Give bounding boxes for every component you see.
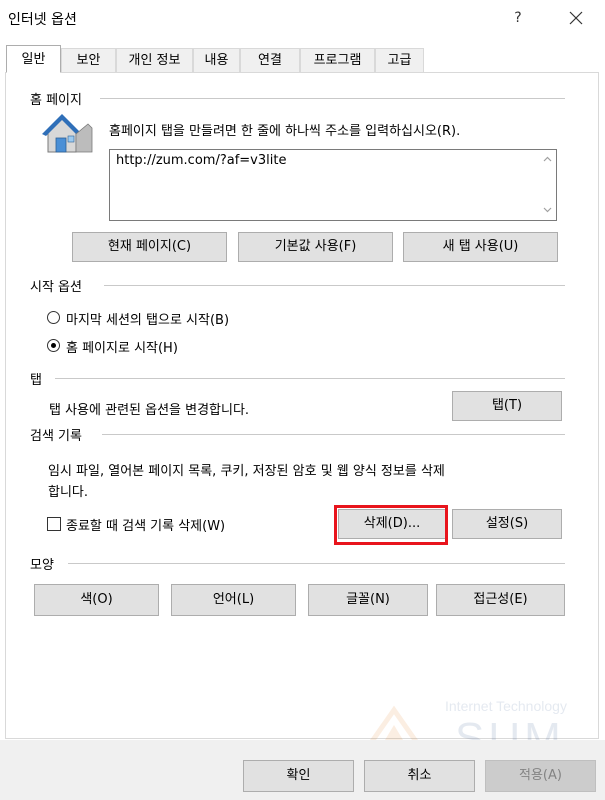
tabs-group-divider [55,378,565,379]
homepage-url-textarea[interactable]: http://zum.com/?af=v3lite [109,149,557,221]
apply-button: 적용(A) [485,760,596,792]
startup-divider [104,285,565,286]
languages-button[interactable]: 언어(L) [171,584,296,616]
radio-selected-dot [51,343,56,348]
delete-on-exit-label[interactable]: 종료할 때 검색 기록 삭제(W) [66,515,225,534]
homepage-divider [100,98,565,99]
radio-last-session-label[interactable]: 마지막 세션의 탭으로 시작(B) [66,309,229,328]
cancel-button[interactable]: 취소 [364,760,475,792]
history-header: 검색 기록 [30,425,82,444]
scroll-down-icon[interactable] [543,207,552,213]
window-title: 인터넷 옵션 [8,12,77,28]
history-description-line2: 합니다. [48,485,89,500]
startup-header: 시작 옵션 [30,276,82,295]
homepage-description: 홈페이지 탭을 만들려면 한 줄에 하나씩 주소를 입력하십시오(R). [109,124,461,139]
accessibility-button[interactable]: 접근성(E) [436,584,565,616]
house-icon [40,112,96,162]
tabs-settings-button[interactable]: 탭(T) [452,391,562,421]
delete-button-highlight [334,505,448,545]
title-bar: 인터넷 옵션 ? [0,0,605,36]
radio-last-session[interactable] [47,311,60,324]
use-current-button[interactable]: 현재 페이지(C) [72,232,227,262]
ok-button[interactable]: 확인 [243,760,354,792]
scroll-up-icon[interactable] [543,156,552,162]
radio-homepage[interactable] [47,339,60,352]
use-default-button[interactable]: 기본값 사용(F) [238,232,393,262]
tabs-group-header: 탭 [30,369,42,388]
homepage-header: 홈 페이지 [30,89,82,108]
tab-security[interactable]: 보안 [61,48,116,72]
close-button[interactable] [560,4,592,32]
tab-connections[interactable]: 연결 [240,48,300,72]
watermark-line1: Internet Technology [445,698,567,714]
use-new-tab-button[interactable]: 새 탭 사용(U) [403,232,558,262]
close-icon [569,11,583,25]
history-settings-button[interactable]: 설정(S) [452,509,562,539]
help-button[interactable]: ? [504,4,532,32]
history-description-line1: 임시 파일, 열어본 페이지 목록, 쿠키, 저장된 암호 및 웹 양식 정보를… [48,464,445,479]
delete-on-exit-checkbox[interactable] [47,517,61,531]
tab-content[interactable]: 내용 [193,48,240,72]
tab-general[interactable]: 일반 [6,45,61,73]
homepage-url-value: http://zum.com/?af=v3lite [116,153,287,168]
tab-programs[interactable]: 프로그램 [300,48,375,72]
tab-advanced[interactable]: 고급 [375,48,424,72]
colors-button[interactable]: 색(O) [34,584,159,616]
appearance-divider [68,563,565,564]
radio-homepage-label[interactable]: 홈 페이지로 시작(H) [66,337,178,356]
appearance-header: 모양 [30,554,54,573]
tabs-description: 탭 사용에 관련된 옵션을 변경합니다. [49,403,250,418]
tab-privacy[interactable]: 개인 정보 [116,48,193,72]
textarea-scrollbar[interactable] [539,150,556,220]
history-divider [102,434,565,435]
fonts-button[interactable]: 글꼴(N) [308,584,428,616]
